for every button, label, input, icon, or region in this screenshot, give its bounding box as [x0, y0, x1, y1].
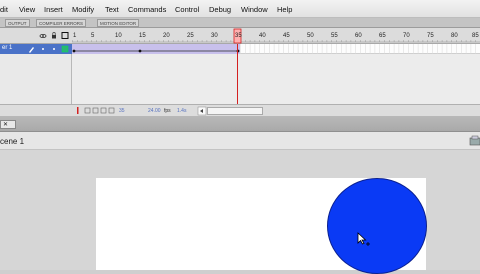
- menu-control[interactable]: Control: [175, 5, 199, 14]
- tab-motion-editor[interactable]: MOTION EDITOR: [97, 19, 140, 27]
- current-frame[interactable]: 35: [119, 108, 125, 114]
- tab-output[interactable]: OUTPUT: [5, 19, 30, 27]
- menu-edit[interactable]: dit: [0, 5, 8, 14]
- menu-window[interactable]: Window: [241, 5, 268, 14]
- lock-dot: [53, 48, 55, 50]
- menu-text[interactable]: Text: [105, 5, 119, 14]
- frame-number: 45: [283, 33, 290, 39]
- edit-bar: cene 1: [0, 132, 480, 150]
- frame-number: 40: [259, 33, 266, 39]
- fps-value[interactable]: 24.00: [148, 108, 161, 114]
- frame-number: 1: [73, 33, 77, 39]
- frame-number: 25: [187, 33, 194, 39]
- close-icon[interactable]: ✕: [3, 121, 8, 128]
- panel-divider[interactable]: ✕: [0, 116, 480, 132]
- frame-number: 80: [451, 33, 458, 39]
- frame-number: 35: [235, 33, 242, 39]
- eye-icon: [39, 34, 47, 39]
- visible-dot: [42, 48, 44, 50]
- timeline-header: 1 5 10 15 20 25 30 35 40 45 50 55 60 65 …: [0, 28, 480, 44]
- frame-number: 10: [115, 33, 122, 39]
- keyframe: [138, 49, 142, 53]
- menu-help[interactable]: Help: [277, 5, 292, 14]
- frame-number: 20: [163, 33, 170, 39]
- menu-commands[interactable]: Commands: [128, 5, 166, 14]
- outline-icon: [61, 32, 69, 39]
- tab-compiler-errors[interactable]: COMPILER ERRORS: [36, 19, 87, 27]
- frame-number: 50: [307, 33, 314, 39]
- menu-debug[interactable]: Debug: [209, 5, 231, 14]
- frame-number: 70: [403, 33, 410, 39]
- elapsed-time[interactable]: 1.4s: [177, 108, 186, 114]
- menu-view[interactable]: View: [19, 5, 35, 14]
- pencil-icon: [29, 47, 34, 53]
- layer-icons: [29, 45, 69, 53]
- menu-modify[interactable]: Modify: [72, 5, 94, 14]
- timeline-status-bar: 35 24.00 fps 1.4s: [0, 104, 480, 116]
- horizontal-scrollbar[interactable]: [207, 107, 263, 115]
- blue-circle-shape[interactable]: [327, 178, 427, 274]
- frame-number: 65: [379, 33, 386, 39]
- frame-number: 55: [331, 33, 338, 39]
- lock-icon: [52, 32, 56, 39]
- layer-row[interactable]: er 1: [0, 44, 72, 54]
- frame-number: 5: [91, 33, 95, 39]
- frame-number: 60: [355, 33, 362, 39]
- document-tab[interactable]: ✕: [0, 120, 16, 129]
- frame-number: 30: [211, 33, 218, 39]
- cursor-icon: [357, 232, 370, 246]
- frame-number: 15: [139, 33, 146, 39]
- keyframe: [72, 49, 76, 53]
- frames-row[interactable]: [72, 44, 480, 54]
- fps-unit: fps: [164, 108, 171, 114]
- menu-bar: dit View Insert Modify Text Commands Con…: [0, 0, 480, 18]
- frame-ruler[interactable]: 1 5 10 15 20 25 30 35 40 45 50 55 60 65 …: [72, 28, 480, 44]
- panel-tab-bar: OUTPUT COMPILER ERRORS MOTION EDITOR: [0, 18, 480, 28]
- scene-label[interactable]: cene 1: [0, 137, 24, 146]
- frame-number: 85: [472, 33, 479, 39]
- layer-color-swatch: [61, 45, 69, 53]
- tween-span: [72, 44, 240, 54]
- menu-insert[interactable]: Insert: [44, 5, 63, 14]
- layer-toolbar-icons: [39, 32, 69, 39]
- playhead-line[interactable]: [237, 44, 238, 110]
- frame-number: 75: [427, 33, 434, 39]
- edit-scene-icon[interactable]: [469, 135, 480, 147]
